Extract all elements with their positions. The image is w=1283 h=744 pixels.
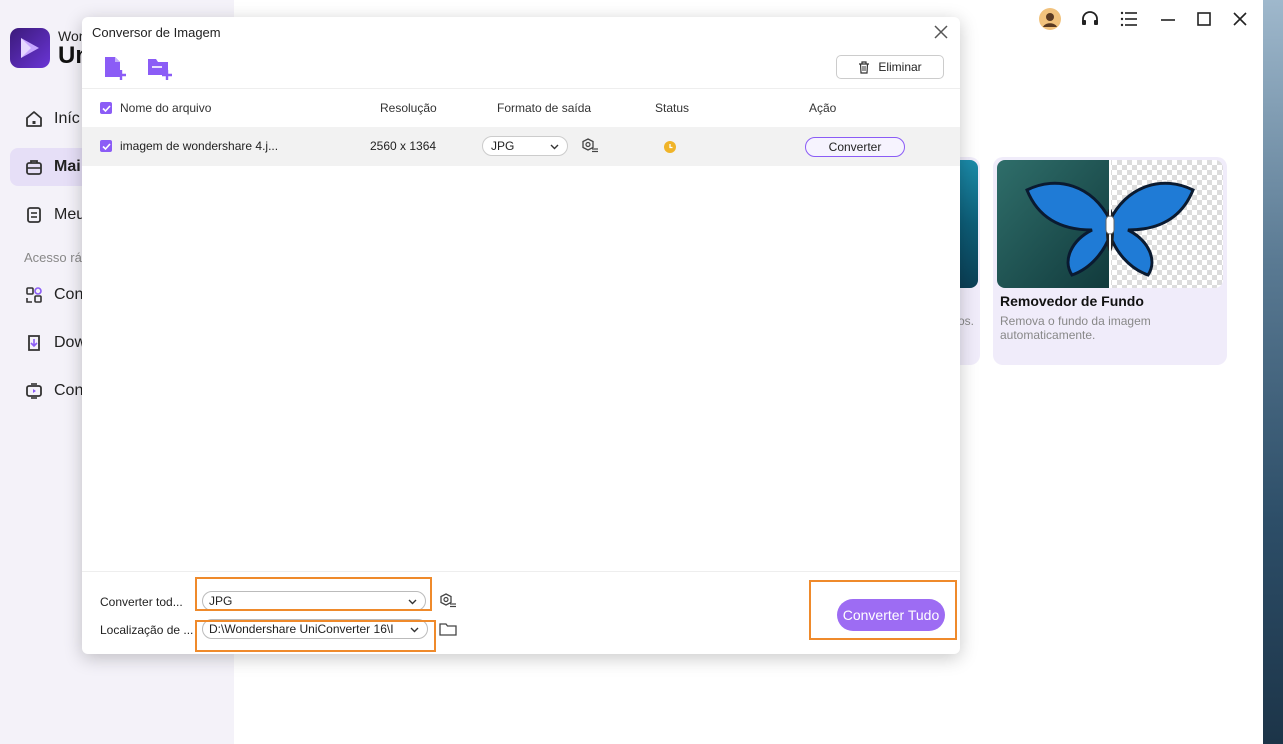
dialog-close-icon[interactable] xyxy=(932,23,950,41)
folder-icon[interactable] xyxy=(439,621,457,642)
sidebar-item-label: Con xyxy=(54,286,84,303)
table-row[interactable]: imagem de wondershare 4.j... 2560 x 1364… xyxy=(82,127,960,166)
home-icon xyxy=(24,109,44,129)
highlight-location-box xyxy=(195,620,436,652)
dialog-title: Conversor de Imagem xyxy=(92,25,221,40)
tool-card-bg-remover[interactable]: Removedor de Fundo Remova o fundo da ima… xyxy=(993,157,1227,365)
format-settings-icon[interactable] xyxy=(438,592,458,615)
highlight-convert-all xyxy=(809,580,957,640)
col-format: Formato de saída xyxy=(497,101,592,115)
menu-icon[interactable] xyxy=(1118,8,1140,30)
maximize-icon[interactable] xyxy=(1193,8,1215,30)
convert-button[interactable]: Converter xyxy=(805,137,905,157)
quick-access-heading: Acesso rá xyxy=(24,250,82,265)
col-action: Ação xyxy=(809,101,837,115)
delete-button[interactable]: Eliminar xyxy=(836,55,944,79)
dialog-footer: Converter tod... JPG Localização de ... … xyxy=(82,571,960,655)
image-converter-dialog: Conversor de Imagem Eliminar Nome do arq… xyxy=(82,17,960,654)
add-file-icon[interactable] xyxy=(102,55,128,81)
trash-icon xyxy=(859,60,870,74)
toolbox-icon xyxy=(24,157,44,177)
tool-card-partial[interactable]: os. xyxy=(958,157,980,365)
row-format-value: JPG xyxy=(491,139,515,153)
tool-card-desc: Remova o fundo da imagem automaticamente… xyxy=(1000,314,1151,342)
app-logo xyxy=(10,28,50,68)
minimize-icon[interactable] xyxy=(1157,8,1179,30)
file-icon xyxy=(24,205,44,225)
sidebar-item-label: Con xyxy=(54,382,84,399)
table-header: Nome do arquivo Resolução Formato de saí… xyxy=(82,88,960,128)
col-name: Nome do arquivo xyxy=(120,101,212,115)
user-avatar-icon[interactable] xyxy=(1038,8,1062,30)
highlight-format-box xyxy=(195,577,432,611)
screen-record-icon xyxy=(24,381,44,401)
window-close-icon[interactable] xyxy=(1229,8,1251,30)
output-location-label: Localização de ... xyxy=(100,623,194,637)
tool-card-title: Removedor de Fundo xyxy=(1000,293,1144,309)
background-photo xyxy=(1263,0,1283,744)
format-settings-icon[interactable] xyxy=(580,127,600,165)
row-resolution: 2560 x 1364 xyxy=(370,139,437,153)
bg-remover-thumbnail xyxy=(997,160,1223,288)
convert-all-label: Converter tod... xyxy=(100,595,183,609)
sidebar-item-label: Mai xyxy=(54,158,81,175)
status-pending-icon xyxy=(664,141,676,153)
tool-card-thumbnail xyxy=(958,160,978,288)
delete-label: Eliminar xyxy=(878,60,922,74)
row-checkbox[interactable] xyxy=(100,127,112,165)
tool-card-desc: os. xyxy=(958,314,975,328)
convert-icon xyxy=(24,285,44,305)
row-format-select[interactable]: JPG xyxy=(482,136,568,156)
sidebar-item-label: Iníc xyxy=(54,110,80,127)
support-headset-icon[interactable] xyxy=(1079,8,1101,30)
row-filename: imagem de wondershare 4.j... xyxy=(120,139,279,153)
select-all-checkbox[interactable] xyxy=(100,89,112,127)
download-icon xyxy=(24,333,44,353)
chevron-down-icon xyxy=(550,144,559,150)
sidebar-item-label: Meu xyxy=(54,206,86,223)
add-folder-icon[interactable] xyxy=(146,55,174,81)
col-resolution: Resolução xyxy=(380,101,437,115)
col-status: Status xyxy=(655,101,690,115)
